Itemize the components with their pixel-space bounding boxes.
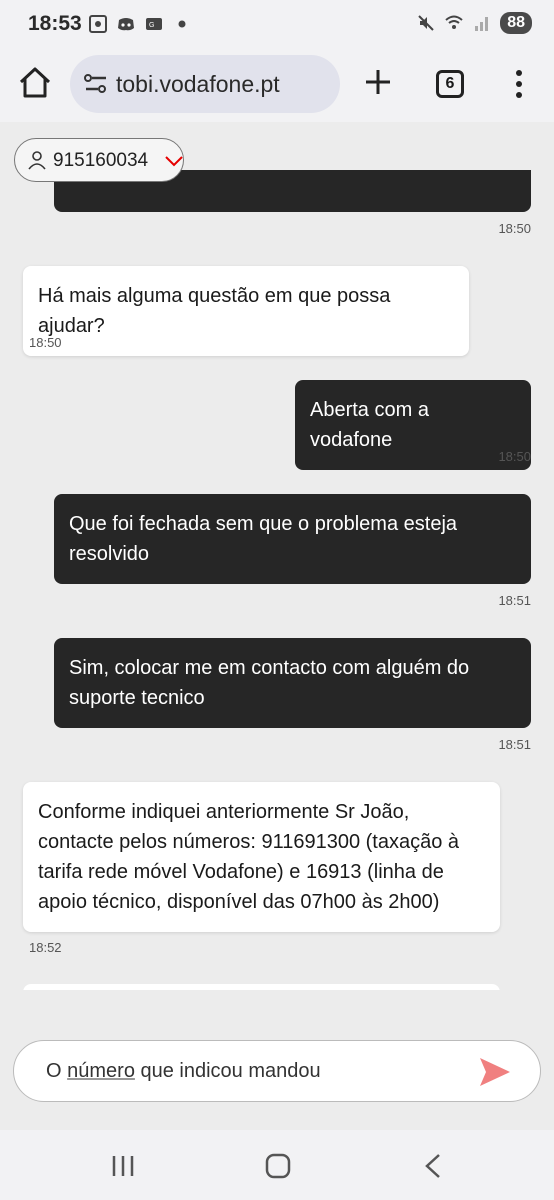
screenshot-icon: [89, 15, 107, 33]
user-icon: [28, 151, 46, 170]
home-icon[interactable]: [16, 64, 54, 102]
send-icon[interactable]: [478, 1056, 512, 1088]
mute-icon: [418, 15, 434, 31]
status-time: 18:53: [28, 12, 82, 35]
url-text: tobi.vodafone.pt: [116, 71, 280, 97]
status-icons-left: G: [88, 14, 192, 34]
tab-switcher-button[interactable]: 6: [436, 70, 464, 98]
message-bubble-user: Sim, colocar me em contacto com alguém d…: [54, 638, 531, 728]
site-settings-icon[interactable]: [84, 73, 108, 95]
more-menu-icon[interactable]: [506, 66, 532, 102]
composer-area: O número que indicou mandou: [0, 990, 554, 1130]
discord-icon: [118, 18, 134, 31]
back-icon[interactable]: [422, 1152, 444, 1180]
dot-icon: [178, 20, 186, 28]
status-icons-right: 88: [416, 12, 532, 34]
chevron-down-icon: [165, 156, 183, 167]
message-time: 18:51: [498, 737, 531, 752]
input-prefix: O: [46, 1060, 68, 1082]
address-bar[interactable]: tobi.vodafone.pt: [70, 55, 340, 113]
chat-area: 18:50 Há mais alguma questão em que poss…: [0, 122, 554, 990]
input-underlined-word: número: [67, 1060, 135, 1082]
gallery-icon: G: [146, 18, 162, 30]
message-time: 18:50: [498, 221, 531, 236]
home-nav-icon[interactable]: [264, 1152, 292, 1180]
wifi-icon: [445, 15, 463, 29]
system-nav-bar: [0, 1130, 554, 1200]
status-bar: 18:53 G 88: [0, 0, 554, 52]
message-time: 18:52: [29, 940, 62, 955]
message-input[interactable]: O número que indicou mandou: [13, 1040, 541, 1102]
message-bubble-agent: Há mais alguma questão em que possa ajud…: [23, 266, 469, 356]
message-bubble-agent: Conforme indiquei anteriormente Sr João,…: [23, 782, 500, 932]
recents-icon[interactable]: [108, 1152, 138, 1180]
contact-number: 915160034: [53, 150, 149, 171]
new-tab-icon[interactable]: [360, 64, 396, 100]
svg-text:G: G: [149, 22, 154, 29]
message-input-text: O número que indicou mandou: [46, 1060, 321, 1083]
message-bubble-user: Que foi fechada sem que o problema estej…: [54, 494, 531, 584]
message-time: 18:50: [498, 449, 531, 464]
message-time: 18:51: [498, 593, 531, 608]
contact-selector[interactable]: 915160034: [14, 138, 184, 182]
browser-toolbar: tobi.vodafone.pt 6: [0, 52, 554, 122]
message-bubble-user: Aberta com a vodafone: [295, 380, 531, 470]
signal-icon: [475, 17, 489, 31]
input-suffix: que indicou mandou: [134, 1060, 321, 1082]
battery-icon: 88: [500, 12, 532, 34]
message-time: 18:50: [29, 335, 62, 350]
